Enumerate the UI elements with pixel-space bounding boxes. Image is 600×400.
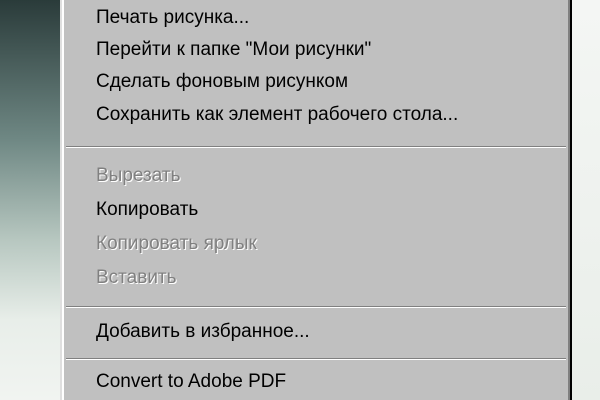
menu-separator — [66, 306, 566, 308]
menu-item-paste: Вставить — [96, 267, 177, 288]
menu-item-copy[interactable]: Копировать — [96, 194, 198, 226]
menu-item-add-to-favorites[interactable]: Добавить в избранное... — [96, 316, 310, 348]
menu-item-convert-to-adobe-pdf[interactable]: Convert to Adobe PDF — [96, 366, 286, 398]
menu-separator — [66, 146, 566, 148]
menu-item-copy-shortcut: Копировать ярлык — [96, 233, 257, 254]
menu-item-go-to-my-pictures[interactable]: Перейти к папке "Мои рисунки" — [96, 34, 371, 66]
menu-item-set-as-background[interactable]: Сделать фоновым рисунком — [96, 66, 348, 98]
page-background — [572, 0, 600, 400]
menu-separator — [66, 358, 566, 360]
menu-item-cut: Вырезать — [96, 165, 181, 186]
context-menu: Печать рисунка... Перейти к папке "Мои р… — [60, 0, 572, 400]
menu-item-print-picture[interactable]: Печать рисунка... — [96, 2, 249, 34]
menu-item-save-as-desktop-item[interactable]: Сохранить как элемент рабочего стола... — [96, 99, 458, 131]
